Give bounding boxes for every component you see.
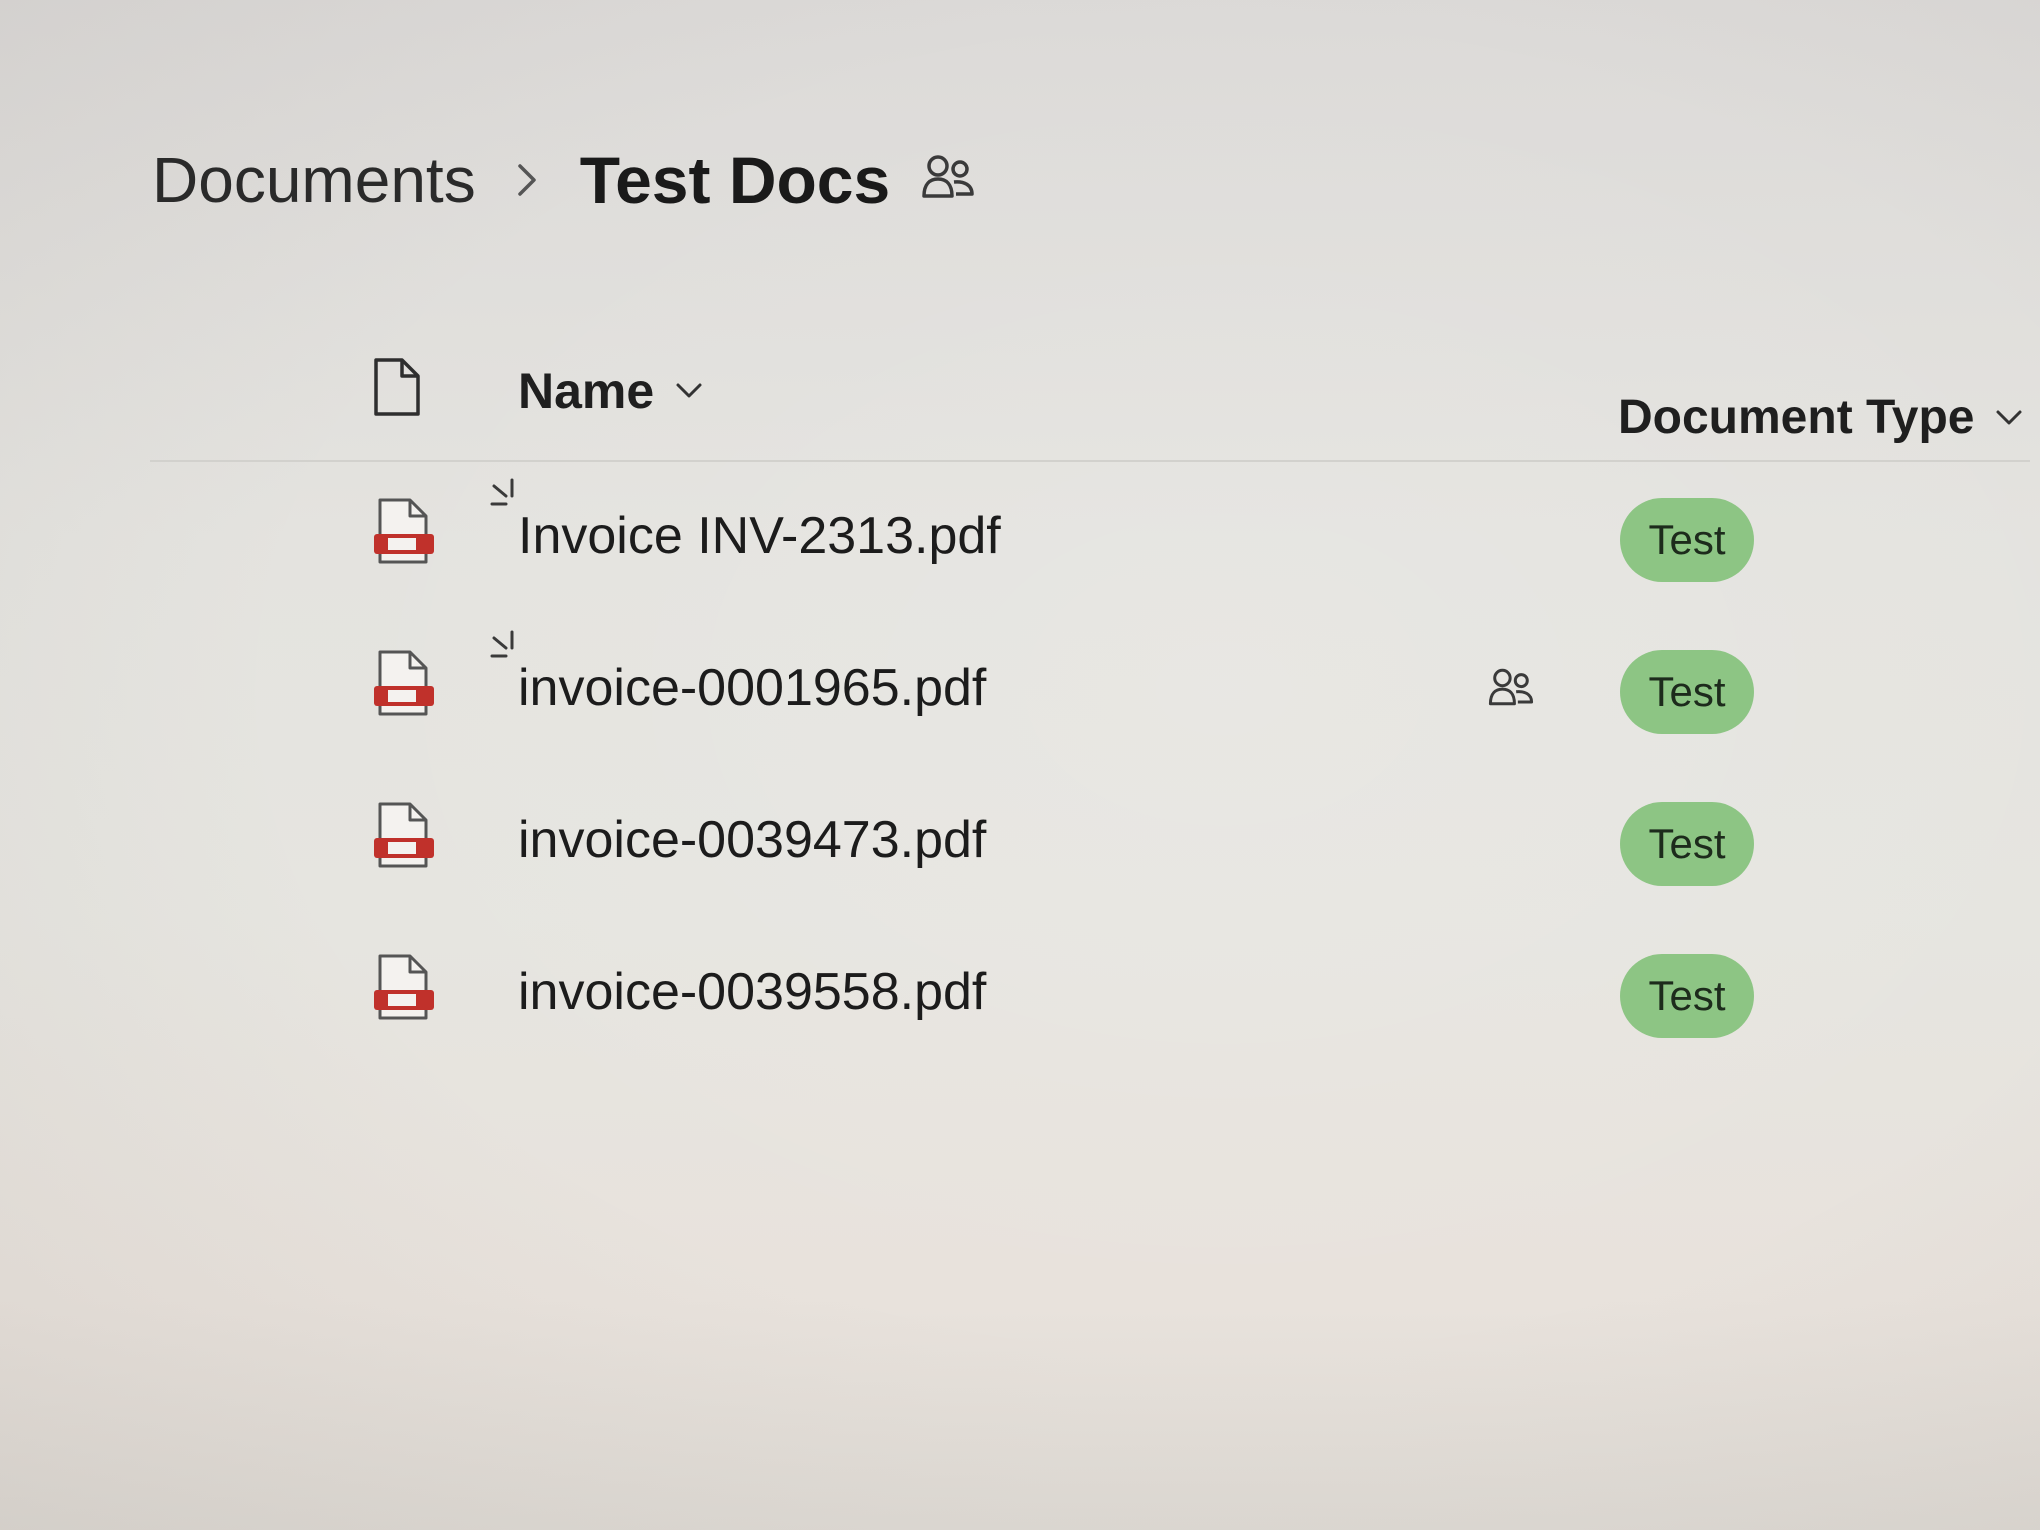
chevron-right-icon bbox=[498, 160, 558, 200]
document-icon[interactable] bbox=[372, 356, 422, 423]
column-header-document-type[interactable]: Document Type bbox=[1618, 390, 2024, 445]
file-name[interactable]: Invoice INV-2313.pdf bbox=[518, 506, 1001, 566]
column-header-name-label: Name bbox=[518, 363, 655, 419]
file-list: Name Document Type Invoice INV-2313.pdf … bbox=[150, 330, 2030, 1070]
chevron-down-icon bbox=[1994, 408, 2024, 428]
document-type-tag[interactable]: Test bbox=[1620, 498, 1754, 582]
document-type-tag[interactable]: Test bbox=[1620, 802, 1754, 886]
column-header-name[interactable]: Name bbox=[518, 362, 704, 420]
column-header-document-type-label: Document Type bbox=[1618, 391, 1975, 444]
file-row[interactable]: invoice-0039473.pdf Test bbox=[150, 766, 2030, 918]
breadcrumb: Documents Test Docs bbox=[152, 140, 976, 220]
file-row[interactable]: invoice-0039558.pdf Test bbox=[150, 918, 2030, 1070]
chevron-down-icon bbox=[674, 381, 704, 401]
file-row[interactable]: invoice-0001965.pdf Test bbox=[150, 614, 2030, 766]
pdf-icon bbox=[372, 496, 436, 573]
people-icon[interactable] bbox=[1486, 666, 1536, 719]
file-row[interactable]: Invoice INV-2313.pdf Test bbox=[150, 462, 2030, 614]
breadcrumb-current-folder: Test Docs bbox=[579, 143, 891, 217]
column-header-row: Name Document Type bbox=[150, 330, 2030, 462]
pdf-icon bbox=[372, 952, 436, 1029]
document-type-tag[interactable]: Test bbox=[1620, 954, 1754, 1038]
file-name[interactable]: invoice-0039473.pdf bbox=[518, 810, 986, 870]
breadcrumb-documents-link[interactable]: Documents bbox=[152, 143, 476, 217]
document-type-tag[interactable]: Test bbox=[1620, 650, 1754, 734]
file-name[interactable]: invoice-0001965.pdf bbox=[518, 658, 986, 718]
people-icon[interactable] bbox=[920, 152, 976, 208]
pdf-icon bbox=[372, 800, 436, 877]
file-name[interactable]: invoice-0039558.pdf bbox=[518, 962, 986, 1022]
pdf-icon bbox=[372, 648, 436, 725]
